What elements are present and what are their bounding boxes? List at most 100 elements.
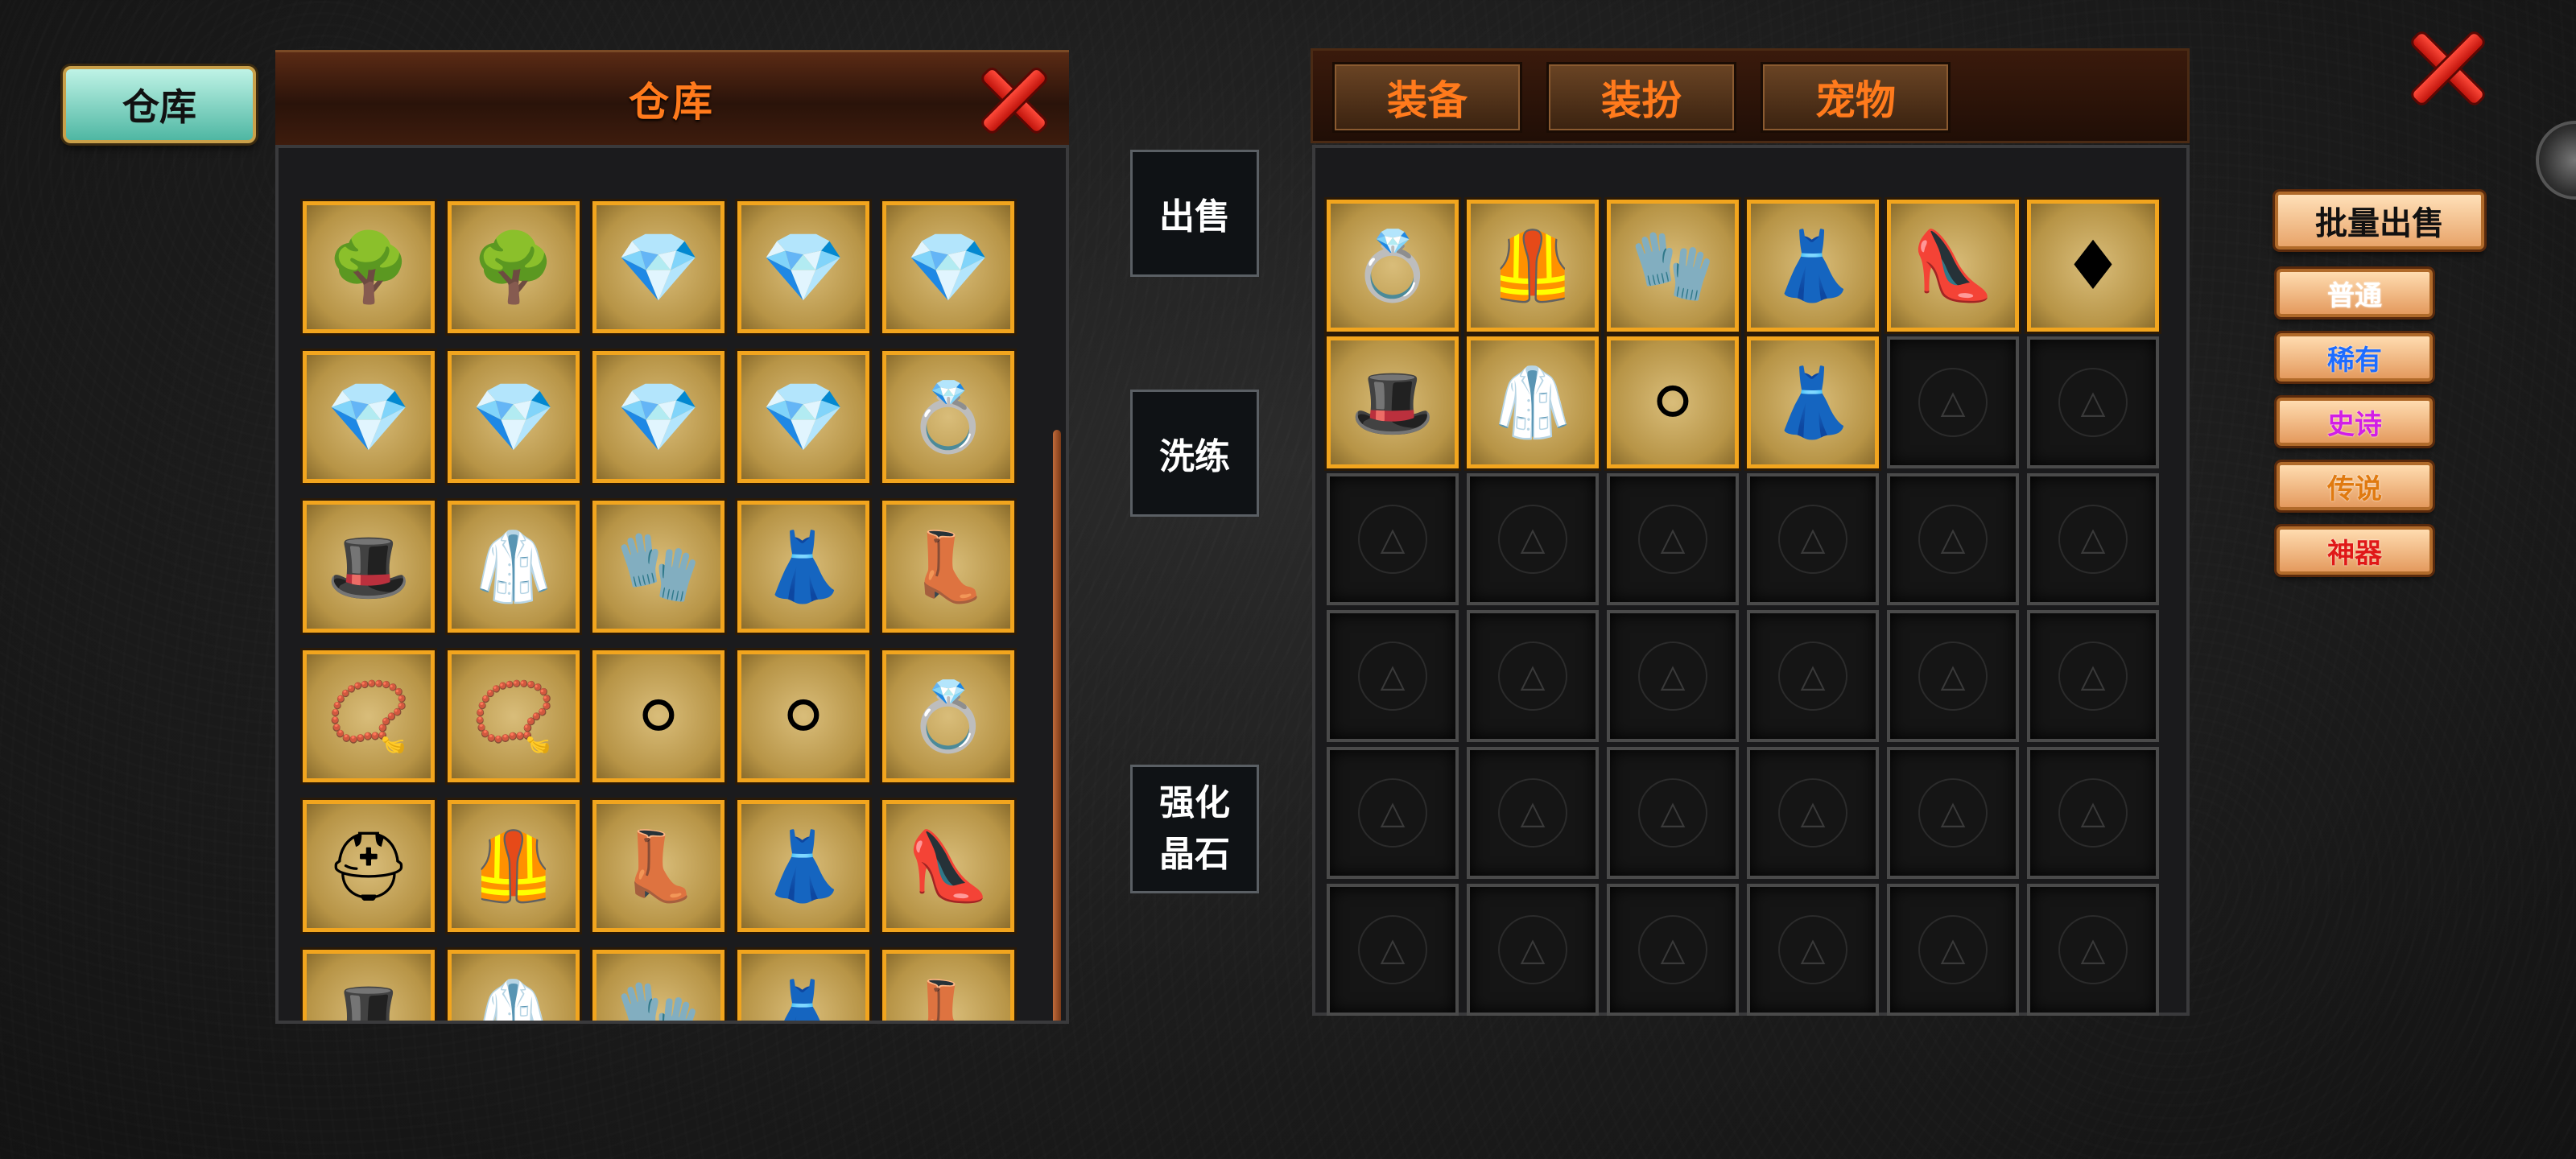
item-slot-gem-violet[interactable]: 💎	[303, 351, 435, 483]
tab-pet[interactable]: 宠物	[1761, 62, 1951, 133]
empty-slot[interactable]: △	[2027, 610, 2159, 742]
item-slot-skirt-white[interactable]: 👗	[737, 950, 869, 1021]
tab-equipment[interactable]: 装备	[1332, 62, 1522, 133]
empty-slot[interactable]: △	[1327, 884, 1459, 1016]
item-slot-skirt-white[interactable]: 👗	[1747, 336, 1879, 468]
item-slot-hat-white[interactable]: 🎩	[303, 501, 435, 633]
empty-slot[interactable]: △	[1467, 747, 1599, 879]
item-slot-earring-pearl[interactable]: ⚪	[592, 650, 724, 782]
item-slot-skirt-dark[interactable]: 👗	[1747, 200, 1879, 332]
tree-monster-icon: 🌳	[471, 228, 556, 307]
item-slot-boots-white[interactable]: 👢	[882, 501, 1014, 633]
robe-white-icon: 🥼	[471, 527, 556, 606]
item-slot-earring-red[interactable]: ♦	[2027, 200, 2159, 332]
armor-red-icon: 🦺	[1490, 226, 1575, 305]
empty-slot[interactable]: △	[2027, 473, 2159, 605]
enhance-crystal-button[interactable]: 强化 晶石	[1130, 765, 1259, 893]
empty-slot[interactable]: △	[1607, 884, 1739, 1016]
empty-slot[interactable]: △	[1747, 747, 1879, 879]
item-slot-gem-green[interactable]: 💎	[448, 351, 580, 483]
refine-button[interactable]: 洗练	[1130, 390, 1259, 517]
empty-slot[interactable]: △	[2027, 336, 2159, 468]
item-slot-necklace-pearl[interactable]: 📿	[448, 650, 580, 782]
close-icon[interactable]	[976, 62, 1053, 139]
item-slot-armor-red[interactable]: 🦺	[1467, 200, 1599, 332]
item-slot-gloves-red[interactable]: 🧤	[1607, 200, 1739, 332]
filter-common-button[interactable]: 普通	[2277, 269, 2433, 317]
enhance-label-1: 强化	[1159, 782, 1230, 824]
empty-slot[interactable]: △	[1887, 610, 2019, 742]
item-slot-ring-gold[interactable]: 💍	[1327, 200, 1459, 332]
item-slot-skirt-dark[interactable]: 👗	[737, 800, 869, 932]
item-slot-shoes-red[interactable]: 👠	[882, 800, 1014, 932]
filter-rare-button[interactable]: 稀有	[2277, 333, 2433, 382]
item-slot-tree-monster[interactable]: 🌳	[303, 201, 435, 333]
skirt-dark-icon: 👗	[1770, 226, 1856, 305]
sell-button[interactable]: 出售	[1130, 150, 1259, 277]
item-slot-armor-red[interactable]: 🦺	[448, 800, 580, 932]
gem-silver-icon: 💎	[616, 228, 701, 307]
empty-slot[interactable]: △	[1327, 747, 1459, 879]
item-slot-helmet-red[interactable]: ⛑	[303, 800, 435, 932]
item-slot-tree-monster[interactable]: 🌳	[448, 201, 580, 333]
item-slot-gem-red[interactable]: 💎	[737, 351, 869, 483]
empty-slot[interactable]: △	[1607, 610, 1739, 742]
bulk-sell-button[interactable]: 批量出售	[2275, 192, 2484, 250]
empty-slot-icon: △	[1638, 641, 1707, 711]
item-slot-skirt-white[interactable]: 👗	[737, 501, 869, 633]
item-slot-boots-white[interactable]: 👢	[882, 950, 1014, 1021]
empty-slot-icon: △	[2058, 915, 2128, 984]
item-slot-gem-cyan[interactable]: 💎	[737, 201, 869, 333]
tab-outfit[interactable]: 装扮	[1546, 62, 1736, 133]
item-slot-gloves-white[interactable]: 🧤	[592, 950, 724, 1024]
item-slot-robe-white[interactable]: 🥼	[448, 501, 580, 633]
empty-slot-icon: △	[1638, 778, 1707, 848]
scrollbar[interactable]	[1053, 430, 1061, 1021]
item-slot-gem-beige[interactable]: 💎	[592, 351, 724, 483]
empty-slot[interactable]: △	[1887, 747, 2019, 879]
item-slot-earring-pearl[interactable]: ⚪	[1607, 336, 1739, 468]
gem-red-icon: 💎	[761, 377, 846, 456]
gloves-white-icon: 🧤	[616, 976, 701, 1024]
empty-slot[interactable]: △	[2027, 884, 2159, 1016]
item-slot-hat-white[interactable]: 🎩	[1327, 336, 1459, 468]
empty-slot-icon: △	[1358, 505, 1427, 574]
filter-epic-button[interactable]: 史诗	[2277, 398, 2433, 446]
empty-slot[interactable]: △	[1467, 473, 1599, 605]
empty-slot[interactable]: △	[1607, 747, 1739, 879]
item-slot-ring-silver[interactable]: 💍	[882, 351, 1014, 483]
empty-slot[interactable]: △	[1467, 884, 1599, 1016]
item-slot-ring-silver[interactable]: 💍	[882, 650, 1014, 782]
gem-green-icon: 💎	[471, 377, 556, 456]
item-slot-robe-white[interactable]: 🥼	[448, 950, 580, 1021]
empty-slot[interactable]: △	[1887, 473, 2019, 605]
item-slot-necklace-pearl[interactable]: 📿	[303, 650, 435, 782]
earring-pearl-icon: ⚪	[1644, 363, 1702, 442]
empty-slot[interactable]: △	[1327, 610, 1459, 742]
filter-artifact-button[interactable]: 神器	[2277, 526, 2433, 575]
item-slot-boots-white[interactable]: 👢	[592, 800, 724, 932]
item-slot-earring-pearl[interactable]: ⚪	[737, 650, 869, 782]
empty-slot[interactable]: △	[1467, 610, 1599, 742]
empty-slot-icon: △	[1358, 778, 1427, 848]
empty-slot-icon: △	[1778, 778, 1847, 848]
item-slot-hat-white[interactable]: 🎩	[303, 950, 435, 1021]
empty-slot[interactable]: △	[1607, 473, 1739, 605]
warehouse-tab[interactable]: 仓库	[63, 66, 256, 143]
item-slot-shoes-red[interactable]: 👠	[1887, 200, 2019, 332]
empty-slot-icon: △	[1498, 778, 1567, 848]
empty-slot[interactable]: △	[2027, 747, 2159, 879]
empty-slot[interactable]: △	[1747, 473, 1879, 605]
item-slot-gem-silver[interactable]: 💎	[592, 201, 724, 333]
skirt-white-icon: 👗	[761, 527, 846, 606]
empty-slot[interactable]: △	[1327, 473, 1459, 605]
filter-legendary-button[interactable]: 传说	[2277, 462, 2433, 510]
item-slot-gloves-white[interactable]: 🧤	[592, 501, 724, 633]
empty-slot[interactable]: △	[1887, 884, 2019, 1016]
item-slot-gem-pink[interactable]: 💎	[882, 201, 1014, 333]
empty-slot[interactable]: △	[1747, 610, 1879, 742]
close-icon[interactable]	[2404, 24, 2492, 113]
empty-slot[interactable]: △	[1747, 884, 1879, 1016]
empty-slot[interactable]: △	[1887, 336, 2019, 468]
item-slot-robe-white[interactable]: 🥼	[1467, 336, 1599, 468]
